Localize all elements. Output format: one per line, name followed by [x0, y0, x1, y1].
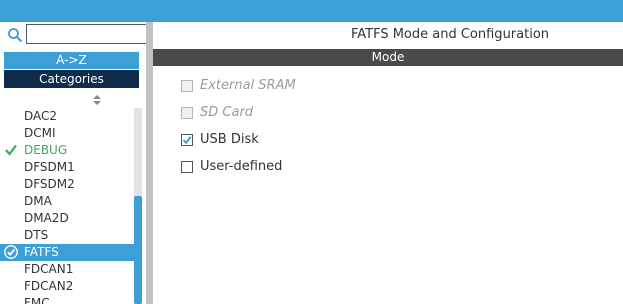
top-banner: [0, 0, 623, 22]
mode-section-header[interactable]: Mode: [153, 49, 623, 66]
checkbox[interactable]: [181, 80, 193, 92]
option-label: USB Disk: [200, 132, 259, 147]
list-item[interactable]: FDCAN1: [0, 261, 134, 278]
categories-button[interactable]: Categories: [4, 70, 139, 88]
search-icon[interactable]: [7, 27, 23, 43]
list-item[interactable]: FMC: [0, 295, 134, 304]
list-item-label: FDCAN2: [24, 279, 74, 293]
search-input[interactable]: [26, 24, 150, 44]
checkmark-icon: [5, 144, 17, 156]
checkmark-icon: [182, 136, 192, 145]
list-item[interactable]: DFSDM2: [0, 176, 134, 193]
config-title: FATFS Mode and Configuration: [350, 27, 550, 42]
option-label: SD Card: [200, 105, 254, 120]
list-item-label: DCMI: [24, 126, 56, 140]
checkbox-checked[interactable]: [181, 134, 193, 146]
checkbox[interactable]: [181, 161, 193, 173]
list-item-label: DEBUG: [24, 143, 68, 157]
list-item-label: FDCAN1: [24, 262, 74, 276]
list-item-label: DMA: [24, 194, 52, 208]
panel-splitter[interactable]: [146, 22, 153, 304]
list-item-label: DAC2: [24, 109, 58, 123]
list-item[interactable]: DCMI: [0, 125, 134, 142]
list-item-label: DFSDM2: [24, 177, 75, 191]
list-item[interactable]: DMA: [0, 193, 134, 210]
list-item-label: DFSDM1: [24, 160, 75, 174]
list-item[interactable]: DEBUG: [0, 142, 134, 159]
list-item-label: FMC: [24, 296, 50, 304]
list-item-label: FATFS: [24, 245, 59, 259]
list-item[interactable]: DFSDM1: [0, 159, 134, 176]
list-item[interactable]: DAC2: [0, 108, 134, 125]
checkbox[interactable]: [181, 107, 193, 119]
config-panel: FATFS Mode and Configuration Mode Extern…: [153, 22, 623, 304]
list-item[interactable]: DMA2D: [0, 210, 134, 227]
sort-arrows-icon[interactable]: [92, 94, 102, 106]
list-item[interactable]: DTS: [0, 227, 134, 244]
check-circle-icon: [4, 245, 18, 259]
list-item[interactable]: FDCAN2: [0, 278, 134, 295]
option-label: User-defined: [200, 159, 283, 174]
search-row: [4, 24, 150, 46]
list-item-label: DTS: [24, 228, 49, 242]
left-panel: A->Z Categories DAC2 DCMI DEBUG DFSDM1 D…: [0, 22, 150, 304]
sort-az-button[interactable]: A->Z: [4, 52, 139, 69]
peripheral-list: DAC2 DCMI DEBUG DFSDM1 DFSDM2 DMA DMA2D …: [0, 108, 134, 304]
list-item-selected[interactable]: FATFS: [0, 244, 134, 261]
option-label: External SRAM: [200, 78, 296, 93]
list-scrollbar-thumb[interactable]: [134, 196, 142, 304]
list-item-label: DMA2D: [24, 211, 69, 225]
